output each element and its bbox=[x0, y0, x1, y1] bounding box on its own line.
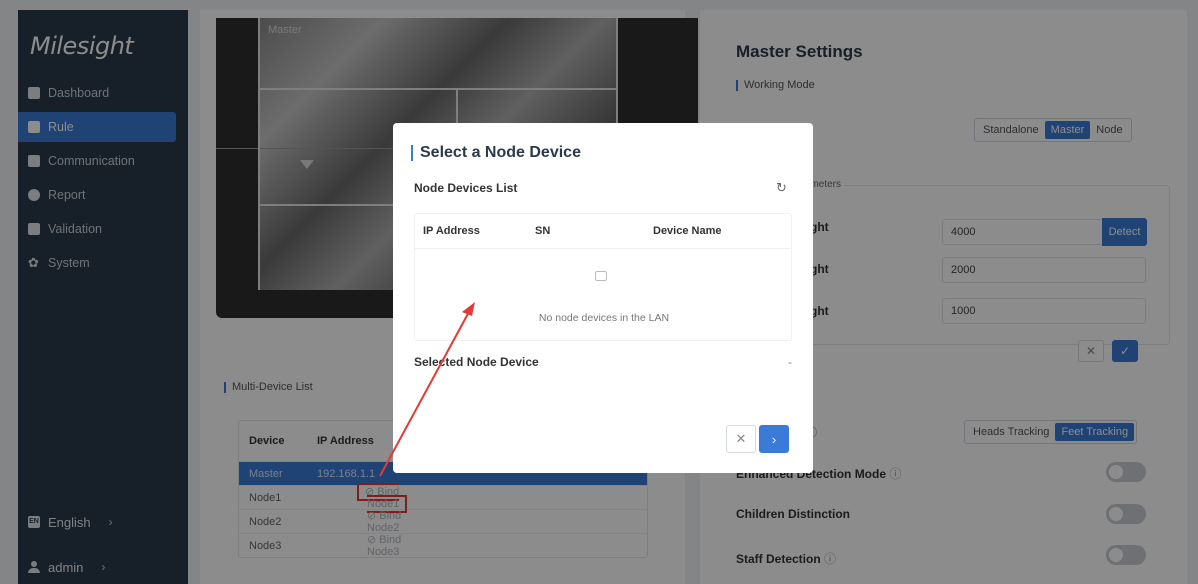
annotation-arrow bbox=[379, 302, 475, 477]
